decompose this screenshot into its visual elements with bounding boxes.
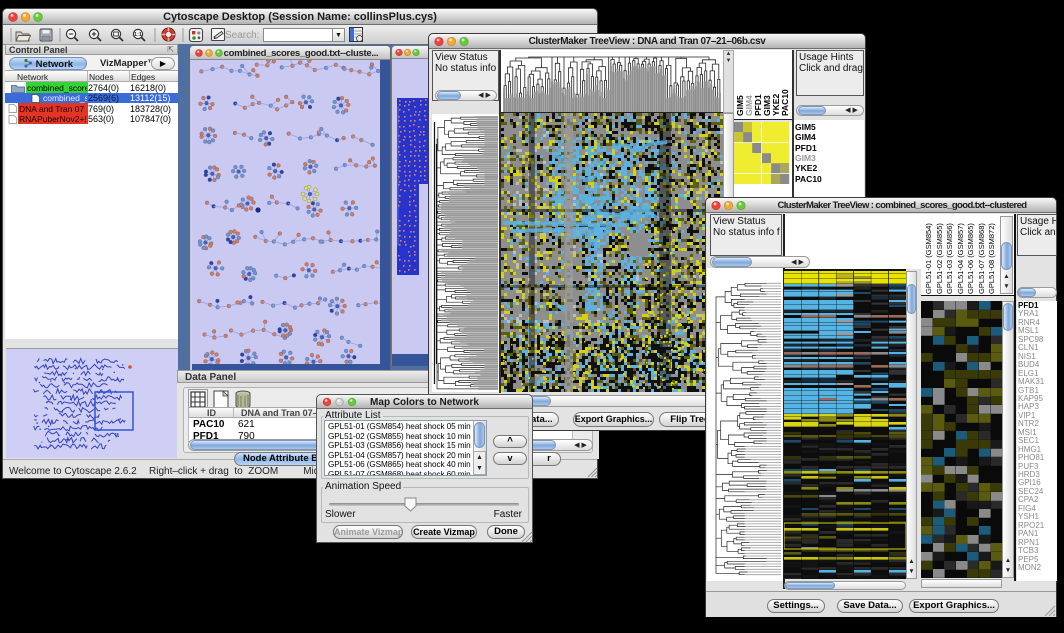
svg-text:1:1: 1:1 — [134, 32, 142, 38]
